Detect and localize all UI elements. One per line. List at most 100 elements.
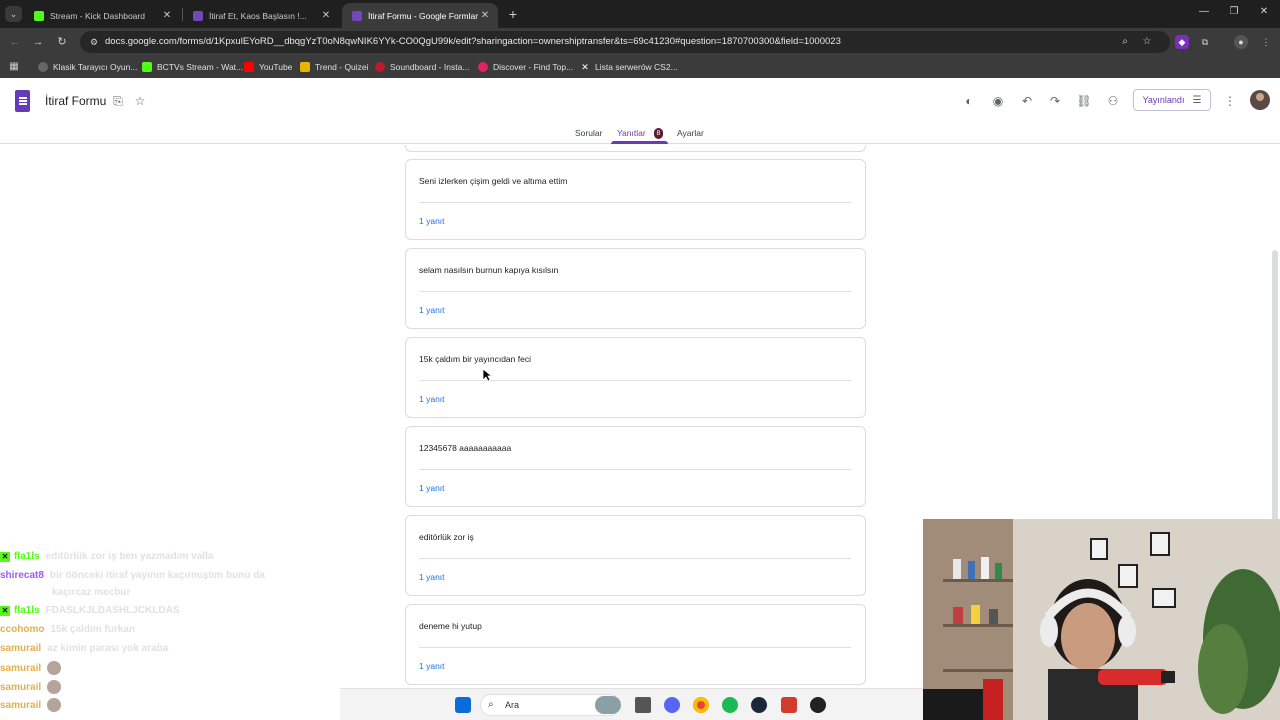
bookmark-soundboard[interactable]: Soundboard - Insta...	[375, 56, 469, 78]
tab-title: İtiraf Formu - Google Formlar	[368, 10, 478, 21]
bookmark-label: Soundboard - Insta...	[390, 62, 470, 72]
x-icon: ✕	[580, 62, 590, 72]
windows-start-icon[interactable]	[455, 697, 471, 713]
tab-search-icon[interactable]: ⌄	[5, 6, 22, 22]
preview-eye-icon[interactable]: ◉	[990, 93, 1006, 109]
chat-text: 15k çaldım furkan	[50, 624, 135, 635]
webcam-scene	[923, 519, 1280, 720]
address-bar[interactable]: ⚙ docs.google.com/forms/d/1KpxulEYoRD__d…	[80, 31, 1170, 53]
kick-icon	[142, 62, 152, 72]
maximize-icon[interactable]: ❐	[1226, 6, 1242, 17]
url-text[interactable]: docs.google.com/forms/d/1KpxulEYoRD__dbq…	[105, 31, 841, 53]
google-forms-logo-icon[interactable]	[15, 90, 30, 112]
divider	[419, 202, 851, 203]
response-count-link[interactable]: 1 yanıt	[419, 216, 445, 226]
weather-widget-icon[interactable]	[595, 696, 621, 714]
bookmark-label: Discover - Find Top...	[493, 62, 574, 72]
spotify-icon[interactable]	[722, 697, 738, 713]
tab-settings[interactable]: Ayarlar	[677, 128, 704, 138]
tab-itiraf-et[interactable]: İtiraf Et, Kaos Başlasın !... ✕	[183, 3, 339, 28]
app-icon[interactable]	[810, 697, 826, 713]
link-icon[interactable]: ⛓	[1076, 93, 1092, 109]
forward-icon[interactable]: →	[31, 35, 45, 49]
chat-username: samurail	[0, 699, 42, 711]
response-count-link[interactable]: 1 yanıt	[419, 483, 445, 493]
add-collaborator-icon[interactable]: ⚇	[1105, 93, 1121, 109]
more-options-icon[interactable]: ⋮	[1222, 93, 1238, 109]
response-card: selam nasılsın burnun kapıya kısılsın 1 …	[405, 248, 866, 329]
bookmark-label: Lista serwerów CS2...	[595, 62, 678, 72]
response-count-link[interactable]: 1 yanıt	[419, 394, 445, 404]
zoom-icon[interactable]: ⌕	[1118, 35, 1132, 49]
palette-icon[interactable]: ◐	[961, 93, 977, 109]
tab-responses[interactable]: Yanıtlar	[617, 128, 646, 138]
active-tab-indicator	[611, 141, 668, 144]
chat-text: editörlük zor iş ben yazmadım valla	[45, 551, 214, 562]
published-label: Yayınlandı	[1142, 95, 1185, 105]
new-tab-button[interactable]: +	[506, 6, 520, 22]
site-info-icon[interactable]: ⚙	[88, 36, 100, 48]
tab-itiraf-formu[interactable]: İtiraf Formu - Google Formlar ✕	[342, 3, 498, 28]
form-title[interactable]: İtiraf Formu	[45, 94, 106, 108]
divider	[419, 469, 851, 470]
response-card	[405, 145, 866, 152]
window-close-icon[interactable]: ✕	[1256, 6, 1272, 17]
published-button[interactable]: Yayınlandı ☰	[1133, 89, 1211, 111]
response-count-link[interactable]: 1 yanıt	[419, 661, 445, 671]
response-count-link[interactable]: 1 yanıt	[419, 572, 445, 582]
chat-username: samurail	[0, 643, 42, 654]
bookmark-star-icon[interactable]: ☆	[1140, 35, 1154, 49]
steam-icon[interactable]	[751, 697, 767, 713]
chat-username: samurail	[0, 662, 42, 674]
chat-message: samurail az kimin parası yok araba	[0, 643, 168, 654]
bookmark-lista[interactable]: ✕ Lista serwerów CS2...	[580, 56, 678, 78]
tab-kick-dashboard[interactable]: Stream - Kick Dashboard ✕	[24, 3, 180, 28]
discord-icon[interactable]	[664, 697, 680, 713]
apps-grid-icon[interactable]: ▦	[8, 61, 20, 73]
minimize-icon[interactable]: —	[1196, 6, 1212, 17]
bookmark-discover[interactable]: Discover - Find Top...	[478, 56, 573, 78]
browser-tabstrip: ⌄ Stream - Kick Dashboard ✕ İtiraf Et, K…	[0, 0, 1280, 28]
reload-icon[interactable]: ↻	[55, 35, 69, 49]
chat-text: FDASLKJLDASHLJCKLDAS	[45, 605, 180, 616]
extensions-puzzle-icon[interactable]: ⧉	[1198, 35, 1212, 49]
close-icon[interactable]: ✕	[478, 10, 492, 21]
close-icon[interactable]: ✕	[319, 10, 333, 21]
bookmark-bctvs[interactable]: BCTVs Stream - Wat...	[142, 56, 243, 78]
response-text: Seni izlerken çişim geldi ve altıma etti…	[419, 176, 568, 186]
extension-icon[interactable]: ◆	[1175, 35, 1189, 49]
tab-questions[interactable]: Sorular	[575, 128, 602, 138]
response-count-link[interactable]: 1 yanıt	[419, 305, 445, 315]
forms-icon	[193, 10, 203, 21]
globe-icon	[38, 62, 48, 72]
profile-icon[interactable]: ●	[1234, 35, 1248, 49]
move-to-folder-icon[interactable]: ⎘	[110, 93, 126, 109]
bookmark-klasik[interactable]: Klasik Tarayıcı Oyun...	[38, 56, 137, 78]
chat-text: kaçırcaz mecbur	[52, 587, 131, 598]
bookmark-quizei[interactable]: Trend - Quizei	[300, 56, 369, 78]
response-text: 15k çaldım bir yayıncıdan feci	[419, 354, 531, 364]
close-icon[interactable]: ✕	[160, 10, 174, 21]
valorant-icon[interactable]	[781, 697, 797, 713]
response-text: deneme hi yutup	[419, 621, 482, 631]
bookmark-label: Trend - Quizei	[315, 62, 369, 72]
star-icon[interactable]: ☆	[132, 93, 148, 109]
forms-header: İtiraf Formu ⎘ ☆ ◐ ◉ ↶ ↷ ⛓ ⚇ Yayınlandı …	[0, 80, 1280, 144]
chat-message: ✕ fla1ls editörlük zor iş ben yazmadım val…	[0, 551, 213, 562]
back-icon[interactable]: ←	[8, 35, 22, 49]
chat-username: shirecat8	[0, 570, 44, 581]
redo-icon[interactable]: ↷	[1047, 93, 1063, 109]
avatar[interactable]	[1250, 90, 1270, 110]
forms-icon	[352, 10, 362, 21]
response-card: editörlük zor iş 1 yanıt	[405, 515, 866, 596]
webcam-overlay	[923, 519, 1280, 720]
chat-message: ccohomo 15k çaldım furkan	[0, 624, 135, 635]
chrome-icon[interactable]	[693, 697, 709, 713]
response-card: 15k çaldım bir yayıncıdan feci 1 yanıt	[405, 337, 866, 418]
menu-kebab-icon[interactable]: ⋮	[1259, 35, 1273, 49]
emote-icon	[47, 680, 62, 694]
task-view-icon[interactable]	[635, 697, 651, 713]
kick-badge-icon: ✕	[0, 552, 10, 562]
undo-icon[interactable]: ↶	[1019, 93, 1035, 109]
bookmark-youtube[interactable]: YouTube	[244, 56, 292, 78]
